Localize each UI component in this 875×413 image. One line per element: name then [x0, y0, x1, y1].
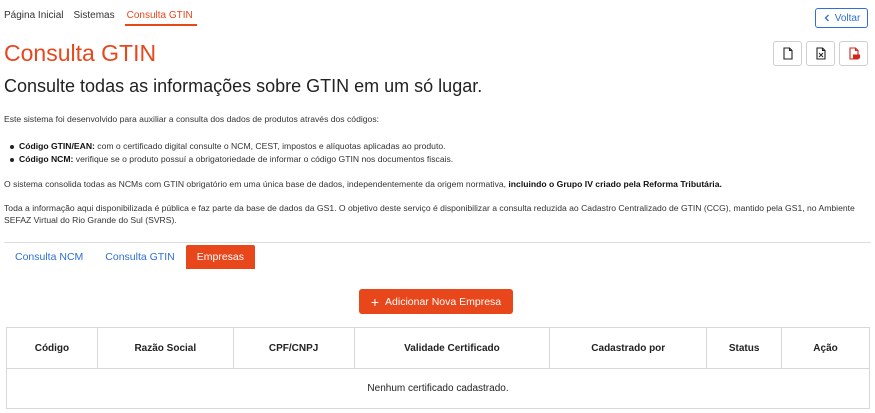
companies-table: Código Razão Social CPF/CNPJ Validade Ce…	[6, 327, 870, 409]
export-pdf-button[interactable]	[773, 41, 802, 66]
chevron-left-icon	[824, 14, 829, 22]
breadcrumb-sistemas[interactable]: Sistemas	[73, 10, 120, 26]
intro-paragraph: Este sistema foi desenvolvido para auxil…	[4, 114, 380, 124]
bullet-gtin-text: com o certificado digital consulte o NCM…	[94, 141, 446, 151]
tabs: Consulta NCM Consulta GTIN Empresas	[4, 245, 255, 269]
breadcrumb: Página Inicial Sistemas Consulta GTIN	[4, 10, 201, 26]
table-row: Nenhum certificado cadastrado.	[6, 368, 870, 409]
page-subtitle: Consulte todas as informações sobre GTIN…	[4, 76, 483, 96]
back-button-label: Voltar	[834, 12, 861, 24]
tab-consulta-ncm[interactable]: Consulta NCM	[4, 245, 94, 269]
column-header-razao-social[interactable]: Razão Social	[96, 327, 234, 369]
gs1-paragraph: Toda a informação aqui disponibilizada é…	[4, 203, 855, 225]
export-excel-button[interactable]	[806, 41, 835, 66]
page-title: Consulta GTIN	[4, 40, 157, 66]
intro-list: Código GTIN/EAN: com o certificado digit…	[8, 140, 453, 166]
bullet-gtin-bold: Código GTIN/EAN:	[19, 141, 95, 151]
export-buttons	[773, 41, 868, 66]
list-item: Código GTIN/EAN: com o certificado digit…	[8, 140, 453, 153]
consolidation-paragraph: O sistema consolida todas as NCMs com GT…	[4, 178, 870, 190]
column-header-acao: Ação	[781, 327, 870, 369]
pdf-file-icon	[782, 47, 793, 60]
pdf-export-icon	[848, 47, 860, 60]
bullet-ncm-bold: Código NCM:	[19, 154, 74, 164]
column-header-cpf-cnpj[interactable]: CPF/CNPJ	[232, 327, 355, 369]
add-company-button[interactable]: + Adicionar Nova Empresa	[359, 289, 513, 314]
breadcrumb-home[interactable]: Página Inicial	[4, 10, 69, 26]
column-header-validade-certificado[interactable]: Validade Certificado	[353, 327, 551, 369]
column-header-codigo[interactable]: Código	[6, 327, 98, 369]
back-button[interactable]: Voltar	[815, 8, 868, 28]
section-divider	[4, 242, 871, 243]
table-header-row: Código Razão Social CPF/CNPJ Validade Ce…	[6, 327, 870, 369]
breadcrumb-consulta-gtin[interactable]: Consulta GTIN	[124, 10, 197, 26]
column-header-status[interactable]: Status	[706, 327, 783, 369]
add-company-label: Adicionar Nova Empresa	[385, 295, 502, 308]
column-header-cadastrado-por[interactable]: Cadastrado por	[549, 327, 708, 369]
empty-table-message: Nenhum certificado cadastrado.	[6, 368, 870, 409]
plus-icon: +	[370, 293, 380, 310]
tab-consulta-gtin[interactable]: Consulta GTIN	[94, 245, 185, 269]
consolidation-text: O sistema consolida todas as NCMs com GT…	[4, 179, 509, 189]
consolidation-bold: incluindo o Grupo IV criado pela Reforma…	[508, 179, 722, 189]
list-item: Código NCM: verifique se o produto possu…	[8, 153, 453, 166]
export-pdf-red-button[interactable]	[839, 41, 868, 66]
excel-file-icon	[815, 47, 826, 60]
bullet-ncm-text: verifique se o produto possuí a obrigato…	[73, 154, 454, 164]
tab-empresas[interactable]: Empresas	[185, 245, 255, 269]
